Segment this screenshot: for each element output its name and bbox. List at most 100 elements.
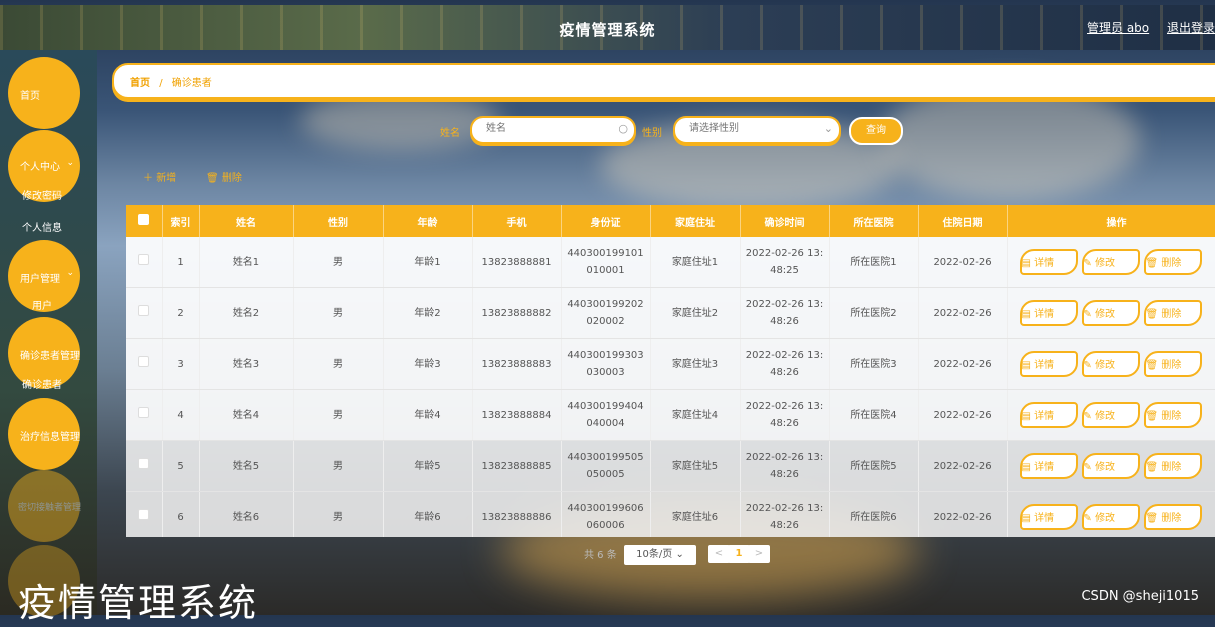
edit-button[interactable]: ✎ 修改: [1081, 453, 1140, 479]
row-checkbox[interactable]: [138, 304, 150, 316]
row-checkbox[interactable]: [138, 457, 150, 469]
row-delete-button[interactable]: 🗑 删除: [1143, 453, 1202, 479]
sidebar-item-change-password[interactable]: 修改密码: [22, 187, 62, 202]
cell-phone: 13823888885: [472, 440, 562, 492]
cell-age: 年龄1: [383, 237, 473, 288]
row-select-cell[interactable]: [126, 237, 163, 288]
chevron-down-icon: ⌄: [66, 158, 74, 168]
trash-icon: 🗑: [1145, 360, 1162, 371]
row-select-cell[interactable]: [126, 338, 163, 390]
add-button[interactable]: ＋ 新增: [143, 169, 176, 184]
row-checkbox[interactable]: [138, 355, 150, 367]
row-checkbox[interactable]: [138, 406, 150, 418]
delete-button[interactable]: 🗑 删除: [206, 169, 242, 184]
row-delete-button[interactable]: 🗑 删除: [1143, 300, 1202, 326]
prev-page-button[interactable]: <: [708, 545, 730, 563]
column-header: 手机: [472, 205, 562, 237]
sidebar-item-close-contact[interactable]: 密切接触者管理: [8, 470, 81, 542]
cell-address: 家庭住址6: [650, 491, 741, 537]
page-number-button[interactable]: 1: [728, 545, 750, 563]
chevron-down-icon: ⌄: [66, 268, 74, 278]
edit-button[interactable]: ✎ 修改: [1081, 351, 1140, 377]
row-select-cell[interactable]: [126, 440, 163, 492]
row-select-cell[interactable]: [126, 389, 163, 441]
cell-gender: 男: [293, 389, 384, 441]
page-size-select[interactable]: 10条/页 ⌄: [624, 545, 696, 565]
sidebar-item-users[interactable]: 用户: [32, 297, 52, 312]
edit-button[interactable]: ✎ 修改: [1081, 300, 1140, 326]
row-checkbox[interactable]: [138, 508, 150, 520]
sidebar-item-home[interactable]: 首页: [8, 57, 80, 129]
cell-id-card: 440300199505 050005: [561, 440, 651, 492]
select-all-cell[interactable]: [126, 205, 163, 237]
column-header: 身份证: [561, 205, 651, 237]
next-page-button[interactable]: >: [748, 545, 770, 563]
name-search-input[interactable]: [484, 122, 608, 135]
confirm-time-line-2: 48:26: [770, 316, 799, 327]
cell-name: 姓名1: [199, 237, 294, 288]
plus-icon: ＋: [143, 173, 153, 184]
select-all-checkbox[interactable]: [138, 214, 150, 225]
row-delete-button[interactable]: 🗑 删除: [1143, 402, 1202, 428]
cell-operations: ▤ 详情 ✎ 修改 🗑 删除: [1007, 440, 1215, 492]
edit-button[interactable]: ✎ 修改: [1081, 504, 1140, 530]
cell-admission-date: 2022-02-26: [918, 440, 1008, 492]
id-card-line-2: 010001: [586, 265, 625, 276]
cell-phone: 13823888881: [472, 237, 562, 288]
confirm-time-line-2: 48:26: [770, 367, 799, 378]
cell-id-card: 440300199101 010001: [561, 237, 651, 288]
cell-phone: 13823888884: [472, 389, 562, 441]
edit-button-label: 修改: [1095, 513, 1116, 524]
name-search-field[interactable]: ○: [470, 116, 636, 144]
admin-user-link[interactable]: 管理员 abo: [1087, 21, 1149, 35]
table-row: 2 姓名2 男年龄2 13823888882 440300199202 020002 家庭住…: [126, 287, 1215, 339]
document-icon: ▤: [1021, 462, 1035, 473]
row-select-cell[interactable]: [126, 491, 163, 537]
gender-select[interactable]: ⌄: [673, 116, 841, 144]
row-checkbox[interactable]: [138, 253, 150, 265]
column-header: 年龄: [383, 205, 473, 237]
gender-select-input[interactable]: [687, 122, 811, 135]
logout-link[interactable]: 退出登录: [1167, 21, 1215, 35]
cell-name: 姓名5: [199, 440, 294, 492]
page-size-value: 10条/页: [636, 549, 673, 560]
row-delete-button[interactable]: 🗑 删除: [1143, 249, 1202, 275]
trash-icon: 🗑: [206, 173, 219, 184]
query-button[interactable]: 查询: [849, 117, 903, 145]
id-card-line-1: 440300199202: [567, 299, 644, 310]
detail-button[interactable]: ▤ 详情: [1019, 351, 1078, 377]
cell-operations: ▤ 详情 ✎ 修改 🗑 删除: [1007, 287, 1215, 339]
column-header: 性别: [293, 205, 384, 237]
cell-operations: ▤ 详情 ✎ 修改 🗑 删除: [1007, 338, 1215, 390]
sidebar-item-personal-info[interactable]: 个人信息: [22, 219, 62, 234]
cell-hospital: 所在医院5: [829, 440, 919, 492]
cell-gender: 男: [293, 338, 384, 390]
sidebar-item-treatment-management[interactable]: 治疗信息管理: [8, 398, 80, 470]
edit-button[interactable]: ✎ 修改: [1081, 402, 1140, 428]
top-bar: 疫情管理系统 管理员 abo 退出登录: [0, 5, 1215, 50]
cell-operations: ▤ 详情 ✎ 修改 🗑 删除: [1007, 491, 1215, 537]
breadcrumb-home[interactable]: 首页: [130, 78, 150, 89]
detail-button-label: 详情: [1034, 513, 1055, 524]
detail-button[interactable]: ▤ 详情: [1019, 402, 1078, 428]
sidebar-item-label: 治疗信息管理: [20, 432, 80, 443]
row-select-cell[interactable]: [126, 287, 163, 339]
detail-button[interactable]: ▤ 详情: [1019, 504, 1078, 530]
edit-button[interactable]: ✎ 修改: [1081, 249, 1140, 275]
confirm-time-line-2: 48:26: [770, 469, 799, 480]
detail-button[interactable]: ▤ 详情: [1019, 453, 1078, 479]
cell-confirm-time: 2022-02-26 13: 48:26: [740, 440, 830, 492]
detail-button[interactable]: ▤ 详情: [1019, 249, 1078, 275]
detail-button[interactable]: ▤ 详情: [1019, 300, 1078, 326]
row-delete-button[interactable]: 🗑 删除: [1143, 504, 1202, 530]
cell-index: 2: [162, 287, 200, 339]
sidebar-item-confirmed-patients[interactable]: 确诊患者: [22, 376, 62, 391]
id-card-line-1: 440300199606: [567, 503, 644, 514]
id-card-line-1: 440300199101: [567, 248, 644, 259]
cell-admission-date: 2022-02-26: [918, 491, 1008, 537]
document-icon: ▤: [1021, 411, 1035, 422]
id-card-line-2: 060006: [586, 520, 625, 531]
patients-table: 索引 姓名 性别 年龄 手机 身份证 家庭住址 确诊时间 所在医院 住院日期 操…: [126, 205, 1215, 537]
row-delete-button[interactable]: 🗑 删除: [1143, 351, 1202, 377]
cell-phone: 13823888883: [472, 338, 562, 390]
